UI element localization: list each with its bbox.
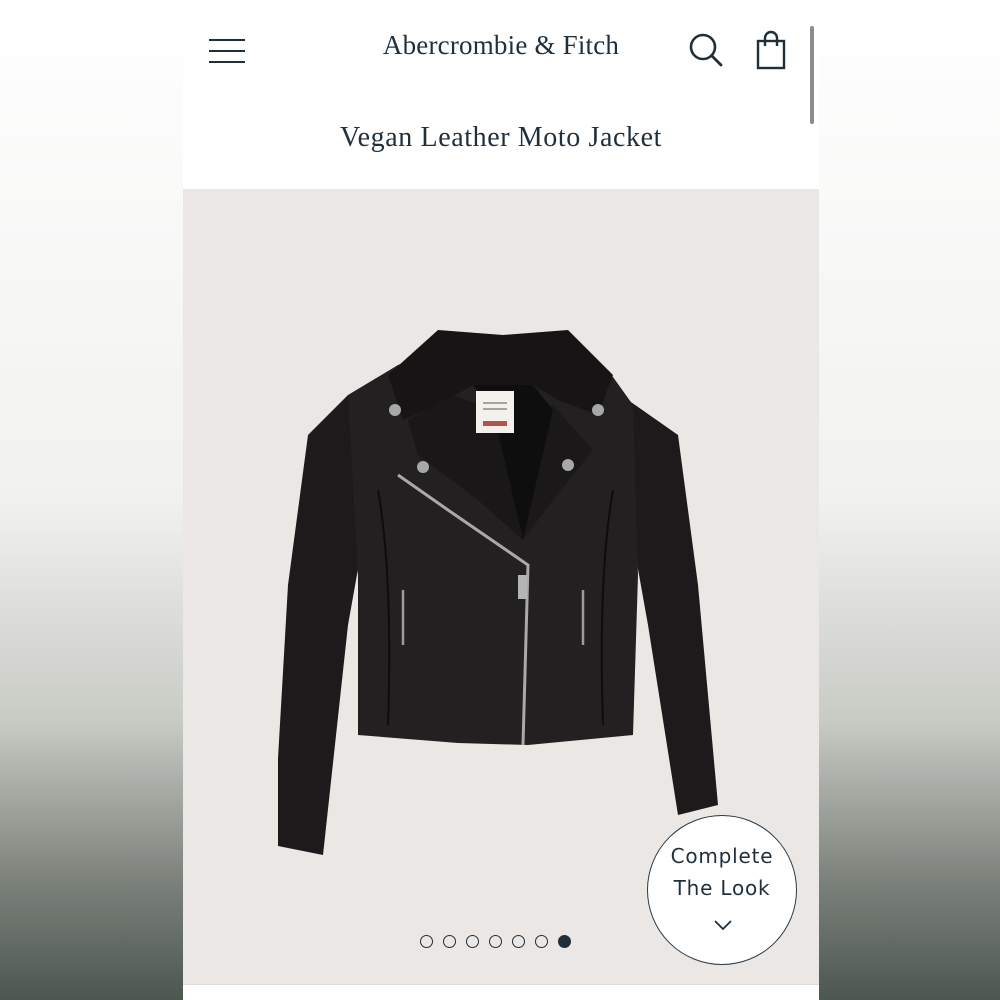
shopping-bag-icon[interactable] [751,28,791,72]
bottom-panel-edge [183,984,819,1000]
product-title: Vegan Leather Moto Jacket [339,122,663,153]
site-header: Abercrombie & Fitch Vegan Leather Moto J… [183,0,819,189]
carousel-pagination [420,935,571,949]
carousel-dot[interactable] [489,935,502,948]
chevron-down-icon [714,920,732,931]
product-image-jacket [278,330,718,855]
page-scrollbar[interactable] [810,26,814,124]
carousel-dot[interactable] [420,935,433,948]
complete-the-look-label-line2: The Look [673,876,771,900]
carousel-dot[interactable] [512,935,525,948]
phone-screen: Abercrombie & Fitch Vegan Leather Moto J… [183,0,819,1000]
complete-the-look-label-line1: Complete [670,844,774,868]
product-image-carousel[interactable]: Complete The Look [183,189,819,1000]
search-icon[interactable] [686,30,726,70]
carousel-dot[interactable] [466,935,479,948]
carousel-dot[interactable] [443,935,456,948]
complete-the-look-button[interactable]: Complete The Look [647,815,797,965]
brand-logo[interactable]: Abercrombie & Fitch [323,30,679,61]
carousel-dot[interactable] [535,935,548,948]
carousel-dot[interactable] [558,935,571,948]
hamburger-menu-icon[interactable] [207,36,247,66]
